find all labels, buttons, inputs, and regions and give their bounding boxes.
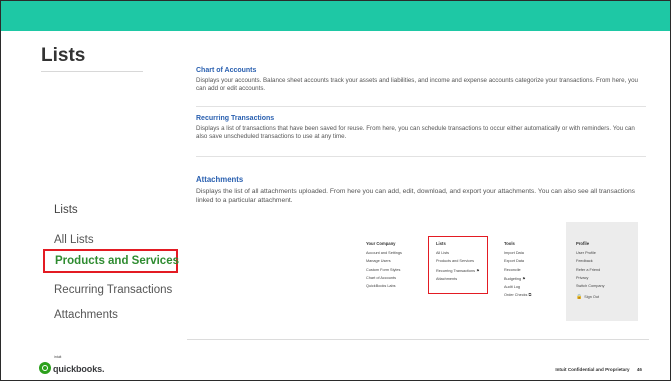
- quickbooks-logo-icon: [39, 362, 51, 374]
- gear-col-your-company: Your Company Account and Settings Manage…: [366, 241, 402, 292]
- slide-title: Lists: [41, 45, 86, 66]
- column-header: Your Company: [366, 241, 396, 246]
- gear-item[interactable]: User Profile: [576, 251, 605, 255]
- top-accent-bar: [1, 1, 670, 31]
- section-attachments: Attachments Displays the list of all att…: [196, 175, 646, 205]
- gear-menu-screenshot: Your Company Account and Settings Manage…: [366, 222, 638, 330]
- gear-item[interactable]: Recurring Transactions ⚑: [436, 268, 480, 273]
- column-header: Profile: [576, 241, 590, 246]
- footer-confidential: Intuit Confidential and Proprietary 46: [555, 367, 642, 372]
- gear-item[interactable]: Audit Log: [504, 285, 531, 289]
- logo-intuit-text: intuit: [54, 355, 62, 359]
- section-title[interactable]: Chart of Accounts: [196, 67, 646, 74]
- gear-item[interactable]: Export Data: [504, 259, 531, 263]
- gear-item[interactable]: Import Data: [504, 251, 531, 255]
- gear-item[interactable]: Feedback: [576, 259, 605, 263]
- gear-item[interactable]: QuickBooks Labs: [366, 284, 402, 288]
- gear-item[interactable]: Attachments: [436, 277, 480, 281]
- flag-icon: ⚑: [522, 276, 526, 281]
- section-title[interactable]: Attachments: [196, 175, 646, 184]
- gear-item[interactable]: Custom Form Styles: [366, 268, 402, 272]
- gear-item[interactable]: Privacy: [576, 276, 605, 280]
- sign-out-label: Sign Out: [584, 295, 600, 300]
- section-divider: [196, 156, 646, 157]
- flag-icon: ⚑: [476, 268, 480, 273]
- section-description: Displays a list of transactions that hav…: [196, 125, 635, 141]
- section-divider: [196, 106, 646, 107]
- page-number: 46: [636, 367, 642, 372]
- menu-item-products-and-services[interactable]: Products and Services: [43, 249, 179, 273]
- gear-item-label: Order Checks: [504, 293, 528, 298]
- slide-frame: Lists Lists All Lists Products and Servi…: [0, 0, 671, 381]
- gear-item[interactable]: Reconcile: [504, 268, 531, 272]
- gear-item[interactable]: Refer a Friend: [576, 268, 605, 272]
- logo-wordmark: quickbooks.: [53, 364, 105, 374]
- column-header: Lists: [436, 241, 446, 246]
- gear-col-profile: Profile User Profile Feedback Refer a Fr…: [576, 241, 605, 304]
- gear-item-label: Budgeting: [504, 276, 522, 281]
- title-divider: [41, 71, 143, 72]
- confidential-text: Intuit Confidential and Proprietary: [555, 367, 630, 372]
- section-chart-of-accounts: Chart of Accounts Displays your accounts…: [196, 67, 646, 94]
- gear-item[interactable]: Products and Services: [436, 259, 480, 263]
- lists-menu-heading: Lists: [54, 204, 78, 216]
- menu-item-products-and-services-label: Products and Services: [55, 255, 179, 267]
- gear-item[interactable]: Order Checks ⧉: [504, 293, 531, 297]
- lock-icon: 🔒: [576, 294, 583, 301]
- gear-item[interactable]: Switch Company: [576, 284, 605, 288]
- bottom-divider: [187, 339, 649, 340]
- menu-item-recurring-transactions[interactable]: Recurring Transactions: [54, 284, 172, 296]
- gear-item[interactable]: Chart of Accounts: [366, 276, 402, 280]
- menu-item-all-lists[interactable]: All Lists: [54, 234, 94, 246]
- gear-item[interactable]: Budgeting ⚑: [504, 276, 531, 281]
- gear-col-lists: Lists All Lists Products and Services Re…: [436, 241, 480, 285]
- sign-out-button[interactable]: 🔒 Sign Out: [576, 294, 605, 300]
- section-description: Displays your accounts. Balance sheet ac…: [196, 77, 638, 93]
- section-description: Displays the list of all attachments upl…: [196, 188, 636, 205]
- gear-item[interactable]: Account and Settings: [366, 251, 402, 255]
- section-title[interactable]: Recurring Transactions: [196, 115, 646, 122]
- gear-col-tools: Tools Import Data Export Data Reconcile …: [504, 241, 531, 302]
- gear-item-label: Recurring Transactions: [436, 268, 476, 273]
- menu-item-attachments[interactable]: Attachments: [54, 309, 118, 321]
- quickbooks-logo: intuit quickbooks.: [39, 355, 105, 377]
- column-header: Tools: [504, 241, 515, 246]
- gear-item[interactable]: All Lists: [436, 251, 480, 255]
- section-recurring-transactions: Recurring Transactions Displays a list o…: [196, 115, 646, 142]
- external-link-icon: ⧉: [528, 293, 532, 298]
- gear-item[interactable]: Manage Users: [366, 259, 402, 263]
